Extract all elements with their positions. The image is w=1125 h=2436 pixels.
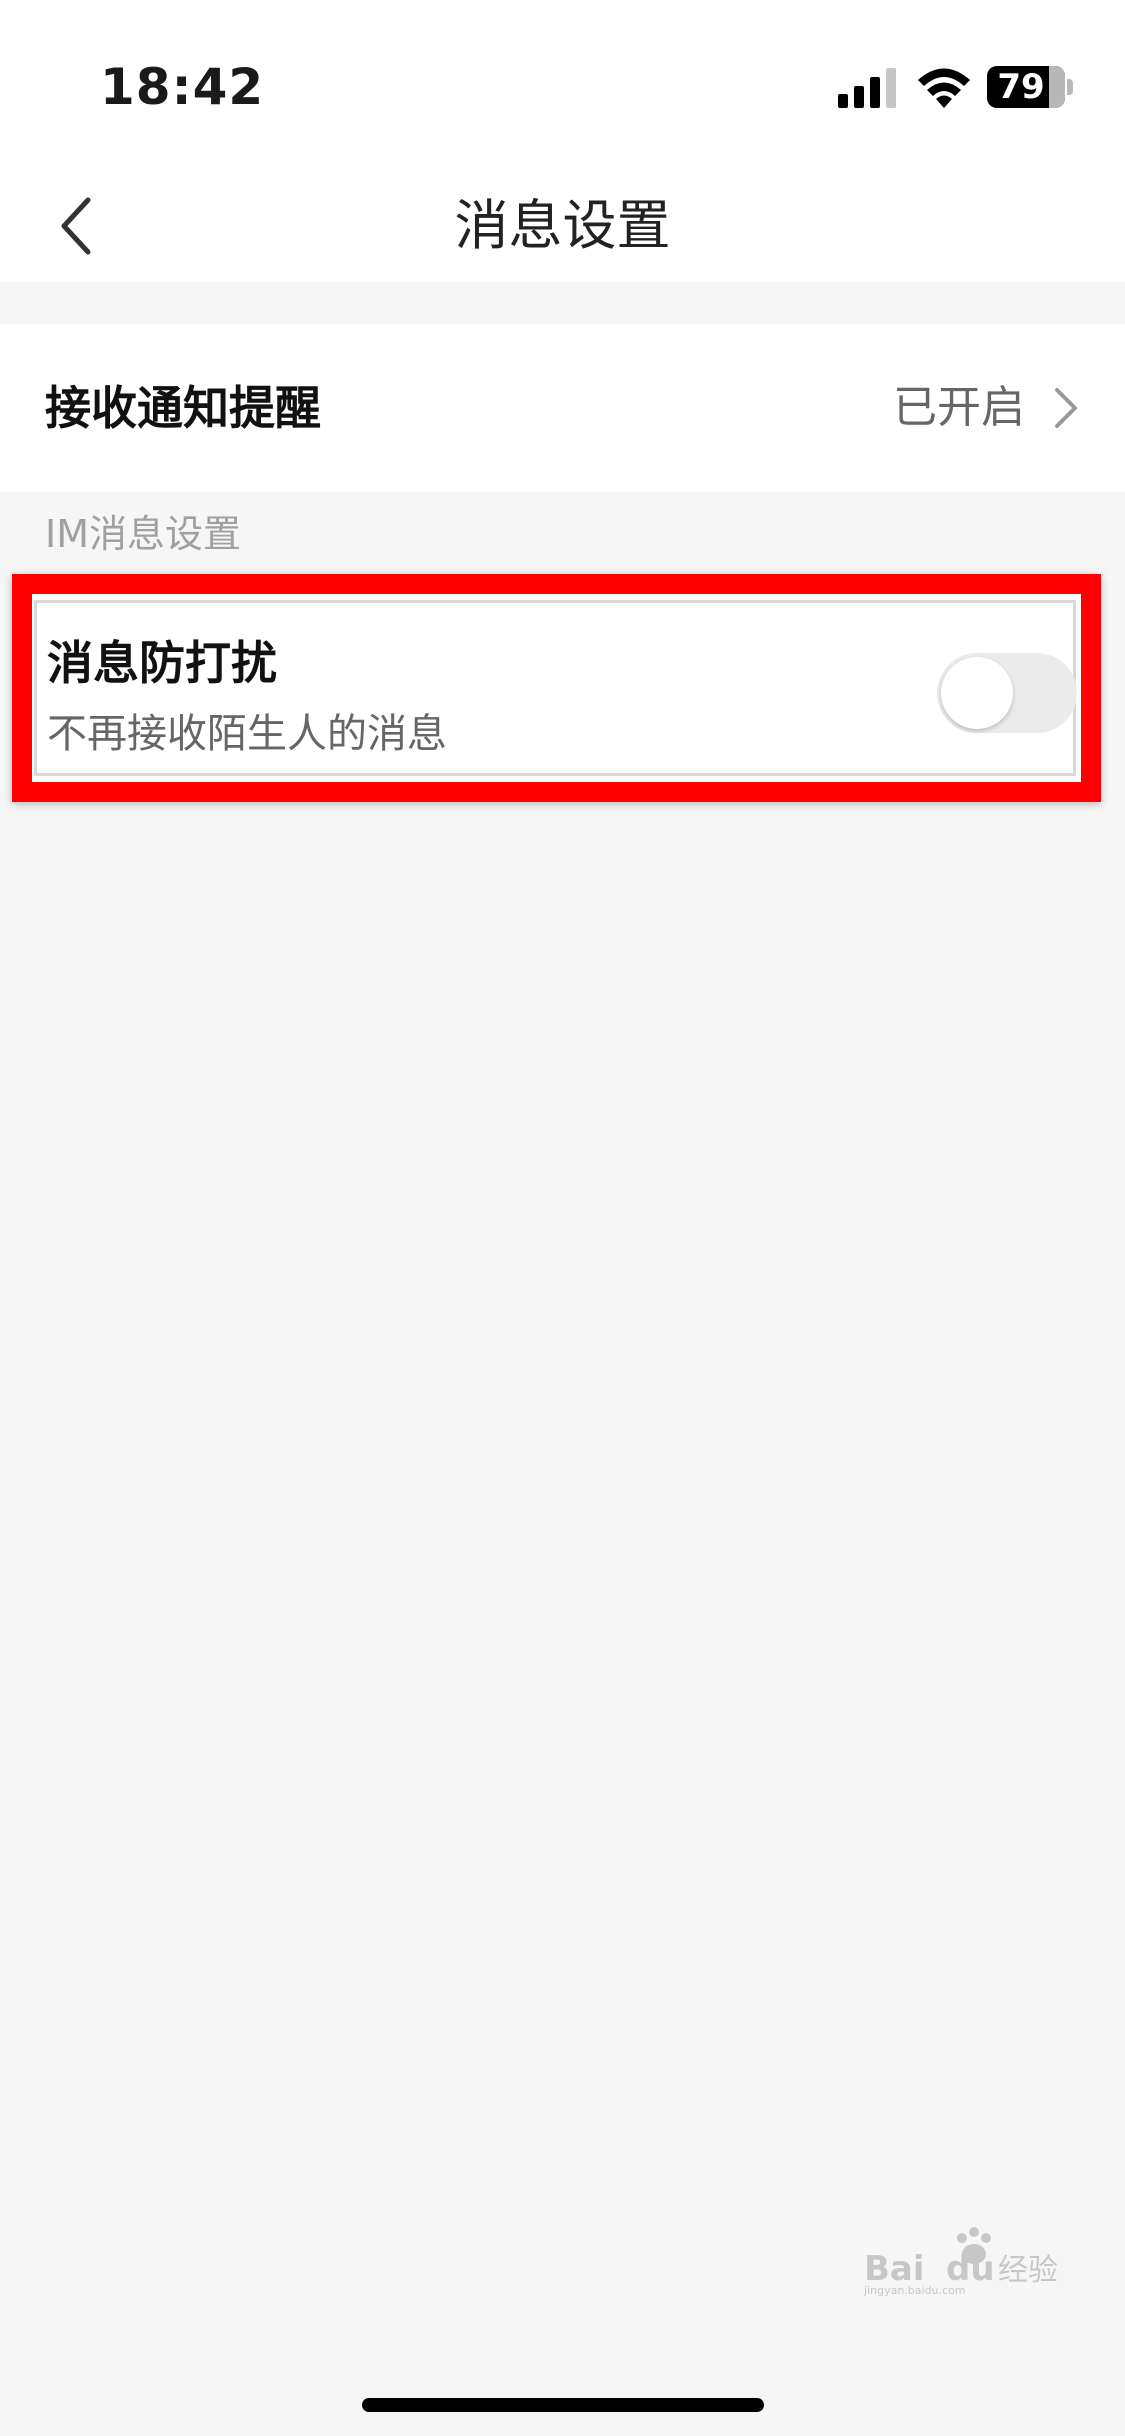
dnd-subtitle: 不再接收陌生人的消息 bbox=[47, 711, 447, 757]
svg-text:du: du bbox=[946, 2249, 995, 2289]
svg-text:Bai: Bai bbox=[864, 2249, 925, 2289]
notification-status: 已开启 bbox=[893, 382, 1025, 433]
section-header-im: IM消息设置 bbox=[45, 512, 241, 556]
battery-empty-segment bbox=[1049, 66, 1065, 108]
svg-text:jingyan.baidu.com: jingyan.baidu.com bbox=[863, 2284, 966, 2296]
signal-icon bbox=[838, 68, 896, 108]
toggle-knob bbox=[941, 657, 1013, 729]
notification-label: 接收通知提醒 bbox=[45, 381, 321, 435]
chevron-left-icon[interactable] bbox=[40, 186, 120, 266]
battery-icon: 79 bbox=[987, 66, 1065, 108]
svg-text:经验: 经验 bbox=[998, 2253, 1058, 2288]
status-bar: 18:42 79 bbox=[0, 0, 1125, 170]
baidu-jingyan-watermark: Bai du 经验 jingyan.baidu.com bbox=[863, 2227, 1058, 2296]
dnd-toggle[interactable] bbox=[937, 653, 1077, 733]
notification-settings-row[interactable]: 接收通知提醒 已开启 bbox=[0, 324, 1125, 492]
dnd-settings-row: 消息防打扰 不再接收陌生人的消息 bbox=[34, 600, 1077, 776]
chevron-right-icon bbox=[1055, 388, 1077, 428]
home-indicator[interactable] bbox=[362, 2398, 764, 2412]
wifi-icon bbox=[918, 68, 970, 108]
dnd-title: 消息防打扰 bbox=[47, 636, 277, 690]
battery-cap bbox=[1067, 79, 1073, 95]
battery-level: 79 bbox=[997, 67, 1045, 107]
status-time: 18:42 bbox=[100, 58, 265, 116]
nav-bar: 消息设置 bbox=[0, 170, 1125, 282]
page-title: 消息设置 bbox=[454, 194, 671, 257]
